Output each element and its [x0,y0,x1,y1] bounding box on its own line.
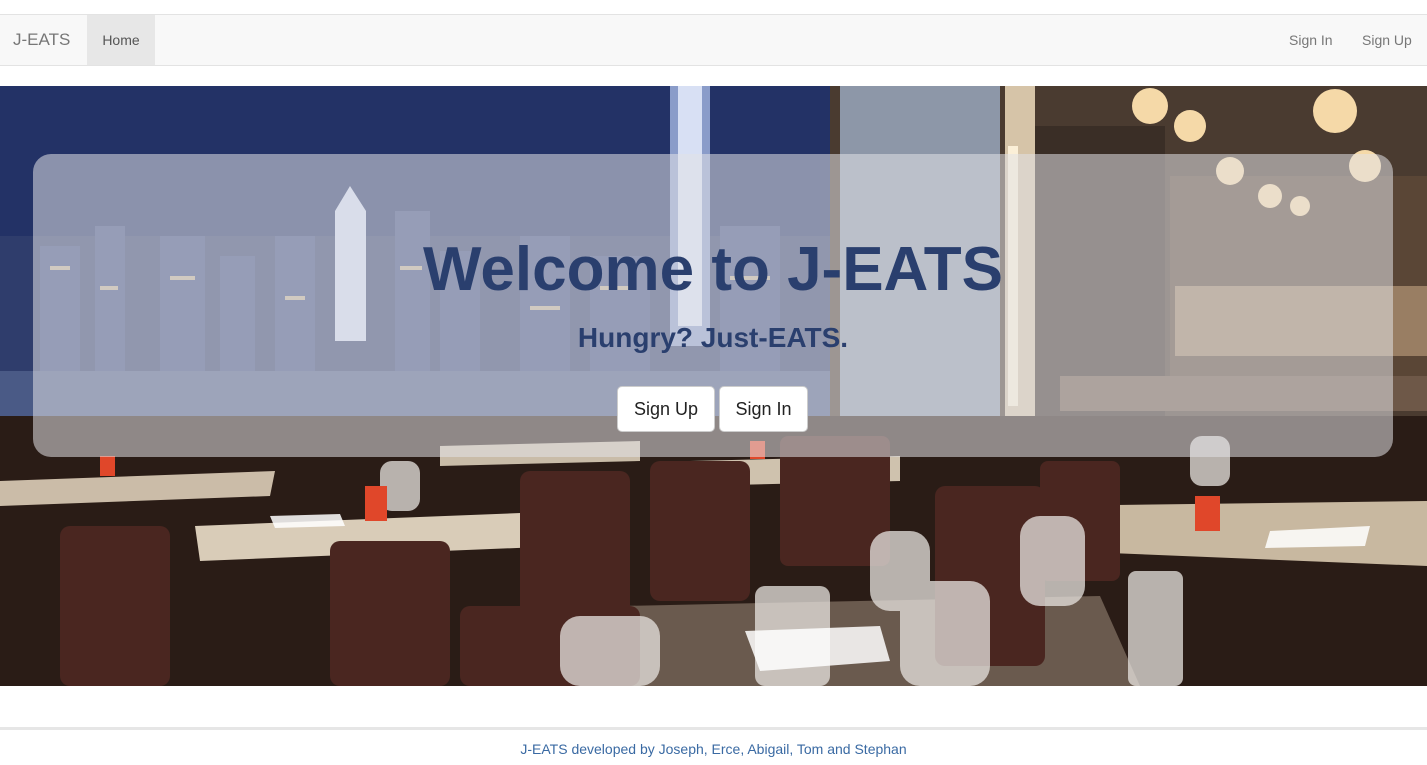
nav-sign-up-link[interactable]: Sign Up [1362,15,1412,65]
brand-logo-link[interactable]: J-EATS [13,15,70,65]
footer-divider [0,727,1427,730]
page-title: Welcome to J-EATS [423,235,1003,304]
tagline: Hungry? Just-EATS. [577,322,849,353]
sign-in-button[interactable]: Sign In [719,386,808,432]
hero-section: Welcome to J-EATS Hungry? Just-EATS. Sig… [0,86,1427,686]
nav-sign-in-link[interactable]: Sign In [1289,15,1333,65]
top-navbar: J-EATS Home Sign In Sign Up [0,14,1427,66]
footer-credits: J-EATS developed by Joseph, Erce, Abigai… [520,741,907,757]
welcome-panel: Welcome to J-EATS Hungry? Just-EATS. Sig… [33,154,1393,457]
sign-up-button[interactable]: Sign Up [617,386,715,432]
nav-home-link[interactable]: Home [87,15,155,65]
